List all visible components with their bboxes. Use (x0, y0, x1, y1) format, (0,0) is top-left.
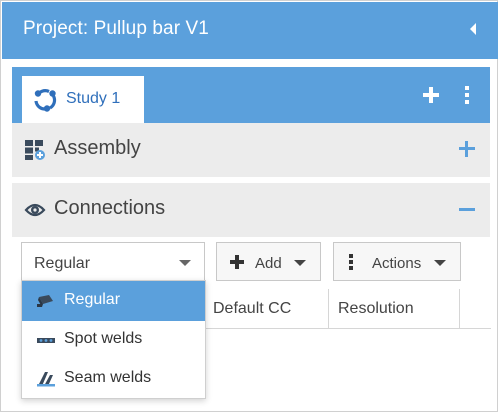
dropdown-option-label: Regular (64, 291, 121, 308)
study-icon (34, 89, 57, 112)
add-study-button[interactable] (422, 86, 440, 104)
actions-button[interactable]: Actions (333, 242, 461, 281)
project-title: Project: Pullup bar V1 (23, 18, 209, 39)
dropdown-option-label: Seam welds (64, 369, 152, 386)
tab-study-1[interactable]: Study 1 (22, 76, 144, 123)
collapse-connections-icon[interactable] (459, 208, 475, 211)
assembly-icon (25, 140, 45, 160)
column-header-resolution[interactable]: Resolution (329, 289, 460, 329)
assembly-section-header[interactable]: Assembly (12, 123, 490, 177)
dropdown-option-regular[interactable]: Regular (22, 281, 205, 321)
dropdown-option-seam-welds[interactable]: Seam welds (22, 359, 205, 399)
study-tab-bar: Study 1 (12, 67, 490, 123)
assembly-label: Assembly (54, 137, 141, 159)
seam-weld-icon (37, 372, 55, 387)
spot-weld-icon (37, 338, 55, 343)
connections-section-header[interactable]: Connections (12, 183, 490, 237)
regular-connector-icon (37, 295, 53, 307)
chevron-down-icon (294, 260, 306, 266)
connections-toolbar: Regular Add Actions (12, 237, 490, 285)
dropdown-option-label: Spot welds (64, 330, 143, 347)
chevron-down-icon (179, 260, 191, 266)
add-button-label: Add (255, 255, 282, 272)
plus-icon (230, 255, 244, 269)
connections-label: Connections (54, 197, 166, 219)
connection-type-dropdown: Regular Spot welds Seam welds (21, 280, 206, 399)
dropdown-option-spot-welds[interactable]: Spot welds (22, 320, 205, 360)
study-tab-label: Study 1 (66, 90, 121, 107)
collapse-panel-icon[interactable] (470, 23, 476, 35)
connections-icon (24, 203, 46, 217)
more-vertical-icon (349, 254, 353, 270)
study-menu-button[interactable] (464, 86, 470, 104)
project-panel: Project: Pullup bar V1 Study 1 Assembly … (0, 0, 498, 412)
chevron-down-icon (434, 260, 446, 266)
actions-button-label: Actions (372, 255, 422, 272)
expand-assembly-icon[interactable] (459, 141, 475, 157)
project-header: Project: Pullup bar V1 (2, 2, 498, 59)
add-button[interactable]: Add (216, 242, 321, 281)
column-header-default-cc[interactable]: Default CC (204, 289, 329, 329)
connection-type-value: Regular (34, 255, 91, 272)
connection-type-select[interactable]: Regular (21, 242, 205, 281)
